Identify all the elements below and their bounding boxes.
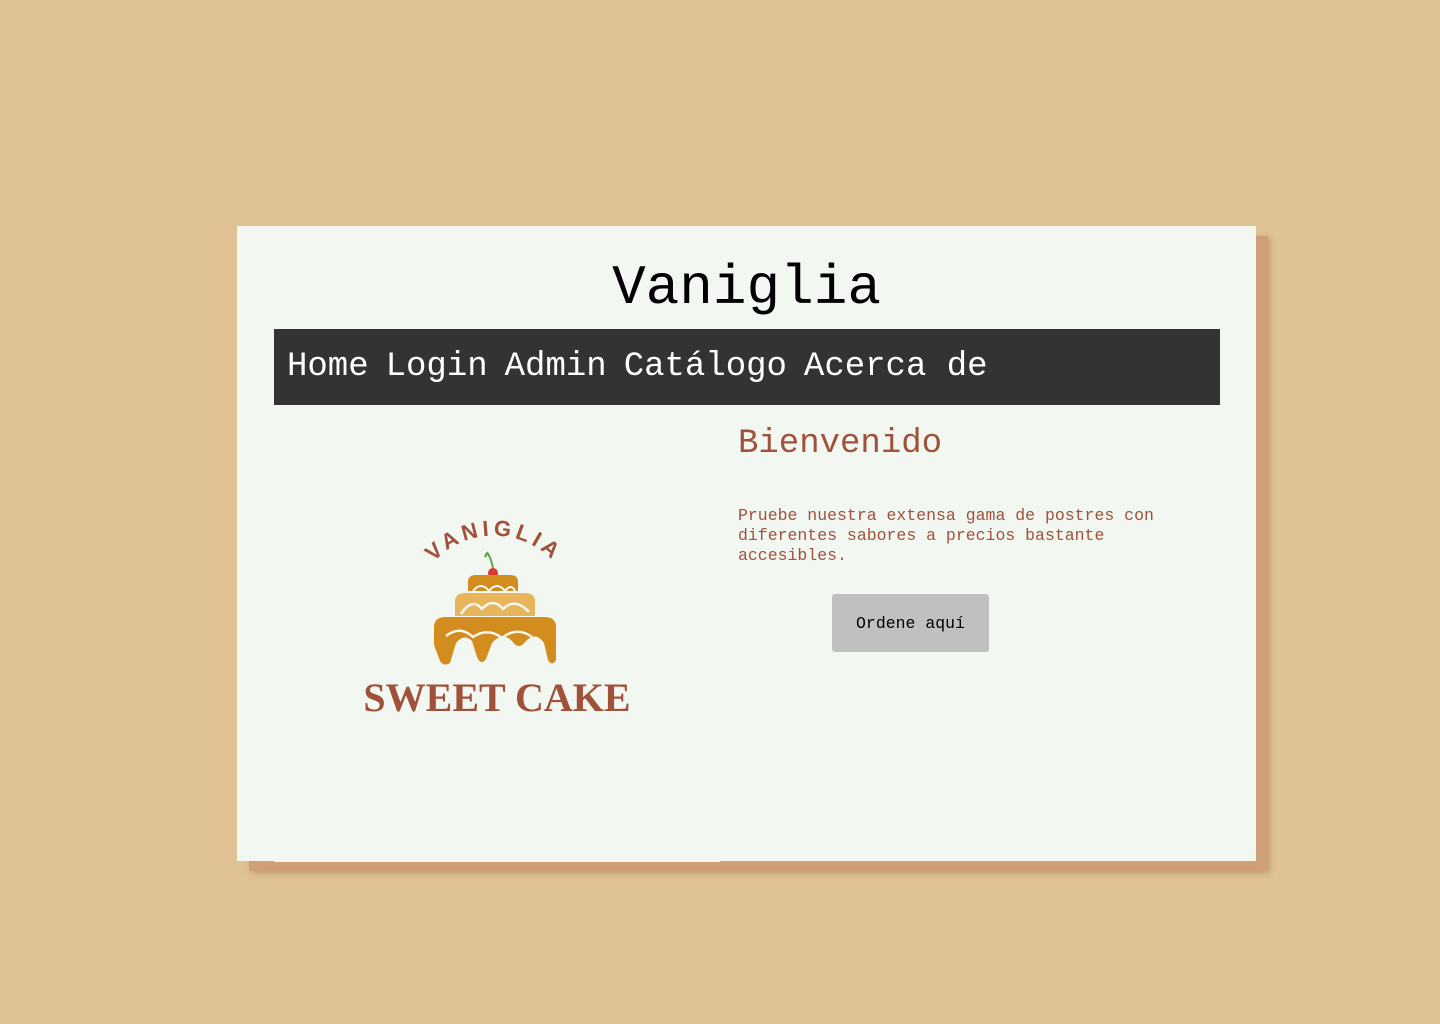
nav-link-admin[interactable]: Admin <box>505 348 607 386</box>
logo-top-text: VANIGLIA <box>420 515 564 565</box>
order-button[interactable]: Ordene aquí <box>832 594 989 652</box>
nav-link-home[interactable]: Home <box>287 348 369 386</box>
brand-logo: VANIGLIA SWEET CAKE <box>274 405 720 862</box>
main-card: Vaniglia Home Login Admin Catálogo Acerc… <box>237 226 1256 862</box>
welcome-heading: Bienvenido <box>738 425 943 463</box>
site-title: Vaniglia <box>612 256 881 320</box>
nav-link-acerca-de[interactable]: Acerca de <box>804 348 988 386</box>
navbar: Home Login Admin Catálogo Acerca de <box>274 329 1220 405</box>
welcome-description: Pruebe nuestra extensa gama de postres c… <box>738 506 1154 565</box>
svg-text:VANIGLIA: VANIGLIA <box>420 515 568 565</box>
logo-bottom-text: SWEET CAKE <box>363 675 630 720</box>
cake-icon: VANIGLIA SWEET CAKE <box>363 515 630 720</box>
nav-link-login[interactable]: Login <box>386 348 488 386</box>
nav-link-catalogo[interactable]: Catálogo <box>624 348 787 386</box>
